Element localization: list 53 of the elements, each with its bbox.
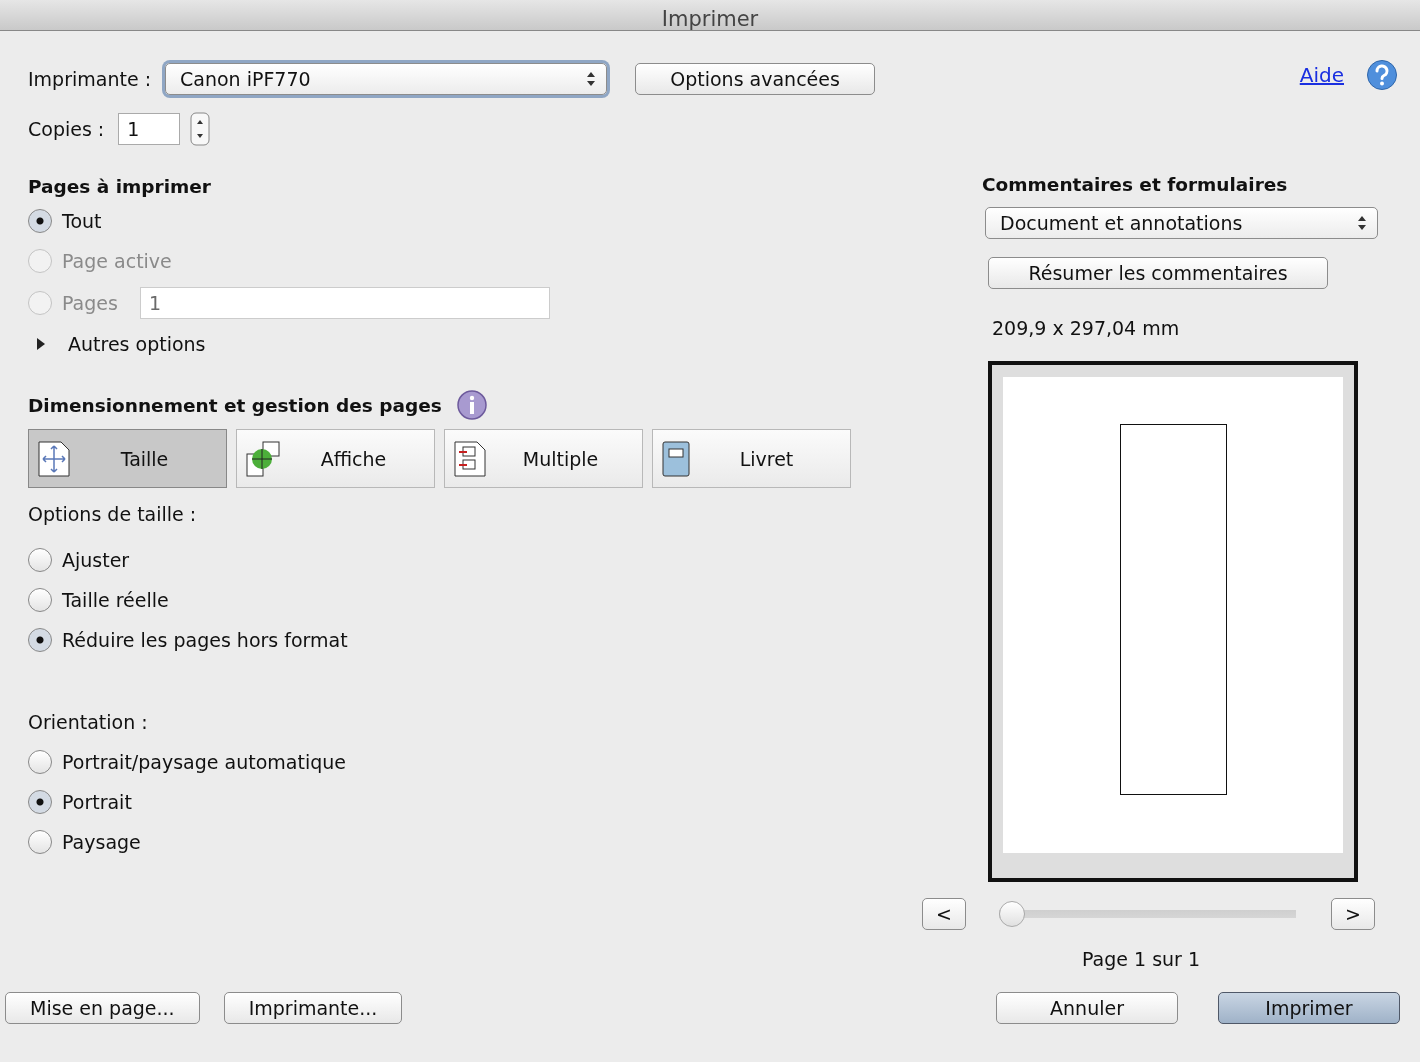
multiple-pages-icon [453,439,487,478]
radio-label: Pages [62,292,118,314]
page-indicator: Page 1 sur 1 [1082,948,1201,970]
radio-button[interactable] [28,209,52,233]
resize-page-icon [37,439,71,478]
mode-button[interactable]: Taille [28,429,227,488]
updown-arrows-icon [1357,215,1367,231]
info-icon[interactable] [455,389,488,421]
booklet-icon [661,439,691,478]
help-link[interactable]: Aide [1299,63,1344,87]
radio-label: Portrait [62,791,132,813]
print-button[interactable]: Imprimer [1218,992,1400,1024]
mode-button[interactable]: Livret [652,429,851,488]
radio-label: Paysage [62,831,141,853]
radio-button[interactable] [28,830,52,854]
radio-label: Tout [62,210,102,232]
comments-select[interactable]: Document et annotations [985,207,1378,239]
stepper-icon[interactable] [190,112,211,146]
radio-label: Portrait/paysage automatique [62,751,346,773]
radio-label: Page active [62,250,172,272]
mode-button[interactable]: Affiche [236,429,435,488]
radio-label: Taille réelle [62,589,169,611]
orientation-label: Orientation : [28,711,148,733]
help-icon[interactable] [1366,59,1398,91]
previous-page-button[interactable]: < [922,898,966,930]
section-heading: Pages à imprimer [28,175,211,197]
more-options-label[interactable]: Autres options [68,333,206,355]
footer-button[interactable]: Mise en page... [5,992,200,1024]
copies-label: Copies : [28,118,105,140]
radio-button[interactable] [28,628,52,652]
printer-select[interactable]: Canon iPF770 [165,63,608,95]
copies-field[interactable]: 1 [118,113,181,145]
radio-button[interactable] [28,588,52,612]
next-page-button[interactable]: > [1331,898,1375,930]
radio-label: Ajuster [62,549,130,571]
radio-button[interactable] [28,790,52,814]
printer-label: Imprimante : [28,68,152,90]
summarize-comments-button[interactable]: Résumer les commentaires [988,257,1328,289]
window-title: Imprimer [661,8,759,30]
radio-label: Réduire les pages hors format [62,629,348,651]
page-size-text: 209,9 x 297,04 mm [992,317,1180,339]
slider-thumb[interactable] [999,901,1025,927]
radio-button[interactable] [28,750,52,774]
cancel-button[interactable]: Annuler [996,992,1178,1024]
size-options-label: Options de taille : [28,503,197,525]
section-heading: Commentaires et formulaires [982,173,1288,195]
footer-button[interactable]: Imprimante... [223,992,403,1024]
mode-button[interactable]: Multiple [444,429,643,488]
tiles-icon [245,439,281,478]
updown-arrows-icon [586,71,597,87]
advanced-options-button[interactable]: Options avancées [635,63,876,95]
section-heading: Dimensionnement et gestion des pages [28,394,442,416]
radio-button[interactable] [28,548,52,572]
